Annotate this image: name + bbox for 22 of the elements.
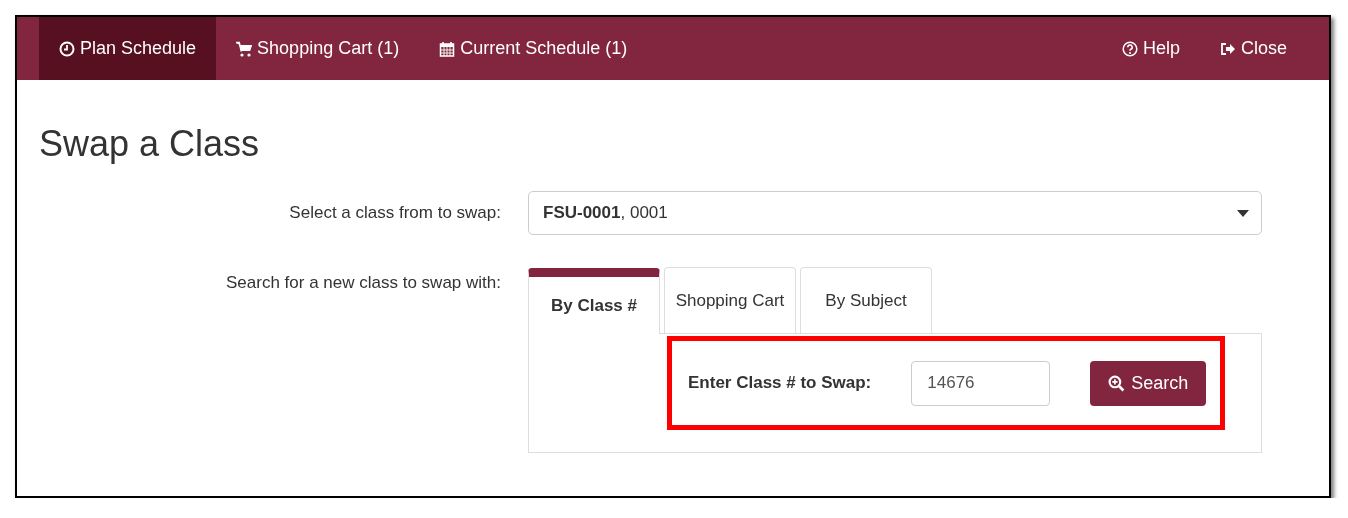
tab[interactable]: By Class #: [528, 268, 660, 334]
clock-icon: [59, 40, 75, 57]
tab[interactable]: Shopping Cart: [664, 267, 796, 333]
search-label: Search for a new class to swap with:: [226, 273, 501, 292]
cart-icon: [236, 40, 253, 57]
calendar-icon: [439, 40, 456, 57]
nav-tab[interactable]: Current Schedule (1): [419, 17, 648, 80]
search-button[interactable]: Search: [1090, 360, 1207, 406]
tab[interactable]: By Subject: [800, 267, 932, 333]
nav-tab[interactable]: Shopping Cart (1): [216, 17, 420, 80]
caret-icon: [1237, 209, 1249, 217]
select-label: Select a class from to swap:: [289, 203, 501, 223]
class-select[interactable]: FSU-0001, 0001: [528, 191, 1262, 235]
nav-link[interactable]: Close: [1199, 17, 1307, 80]
zoom-in-icon: [1108, 374, 1126, 392]
class-number-field[interactable]: 14676: [911, 360, 1051, 406]
help-icon: [1121, 40, 1138, 57]
nav-link[interactable]: Help: [1101, 17, 1200, 80]
nav-tab[interactable]: Plan Schedule: [39, 17, 217, 80]
page-title: Swap a Class: [39, 126, 261, 162]
field-label: Enter Class # to Swap:: [688, 372, 872, 395]
exit-icon: [1219, 40, 1236, 57]
